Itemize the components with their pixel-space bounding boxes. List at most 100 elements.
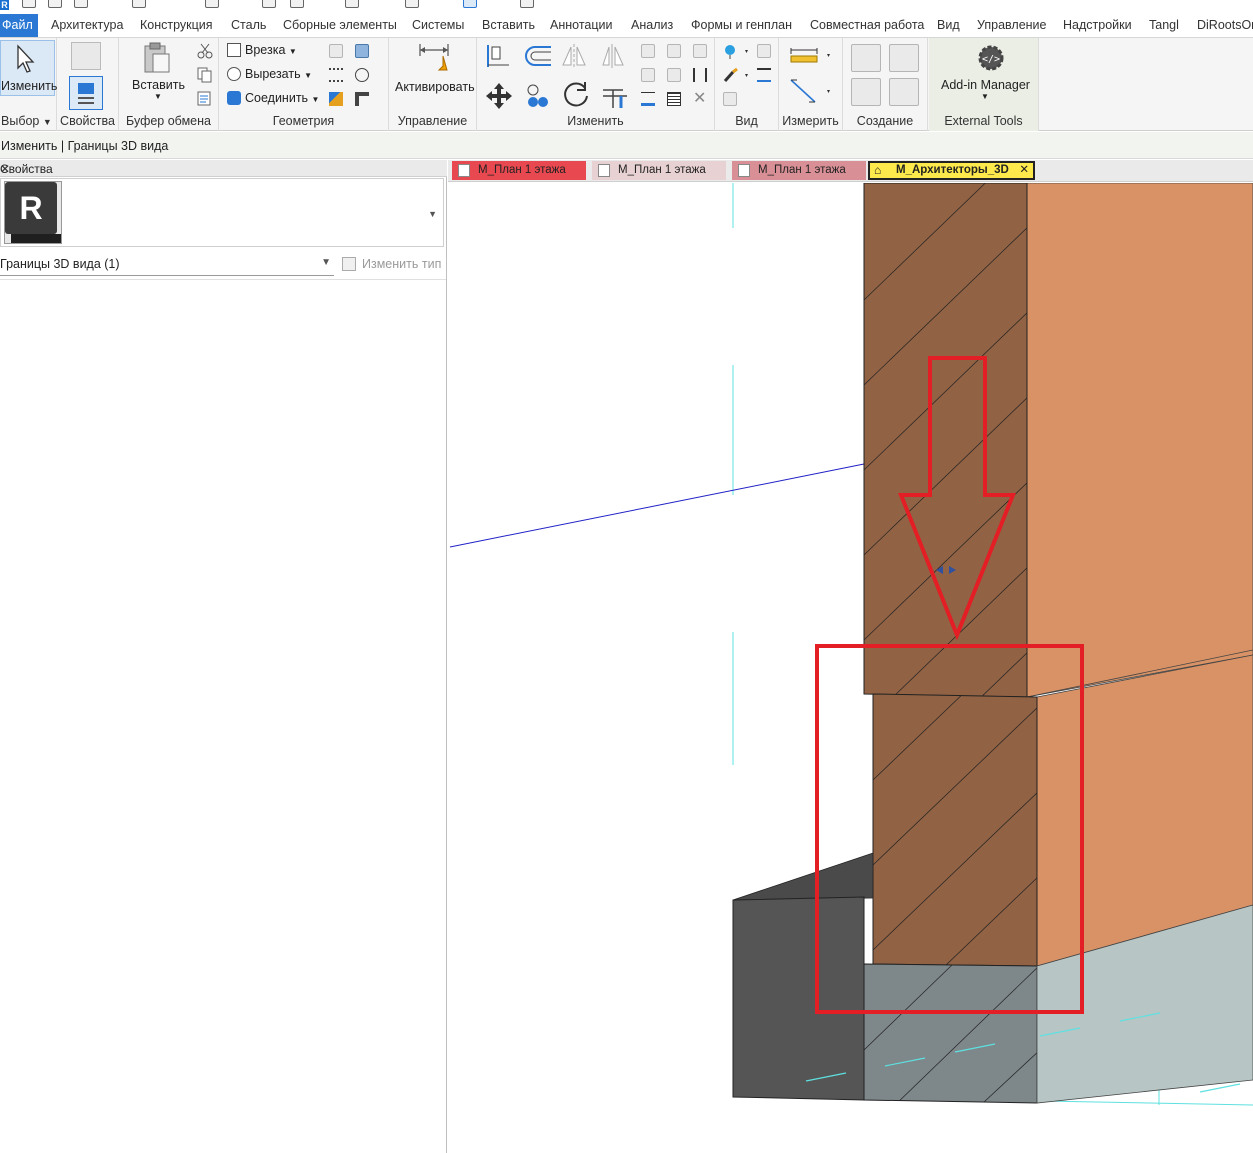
modify-button[interactable]: Изменить xyxy=(0,40,58,96)
tag-qat-icon[interactable] xyxy=(345,0,359,8)
tab-floor-plan-3[interactable]: М_План 1 этажа xyxy=(732,161,866,180)
tab-manage[interactable]: Управление xyxy=(977,18,1047,32)
wall-lower-section xyxy=(872,693,1038,967)
edit-type-button[interactable]: Изменить тип xyxy=(340,254,444,276)
type-properties-icon[interactable] xyxy=(71,42,101,70)
sync-icon[interactable] xyxy=(74,0,88,8)
create-parts-icon[interactable] xyxy=(889,44,919,72)
override-graphics-icon[interactable] xyxy=(723,43,751,61)
trim-single-icon[interactable] xyxy=(641,92,655,106)
tab-architecture[interactable]: Архитектура xyxy=(51,18,123,32)
tab-massing-site[interactable]: Формы и генплан xyxy=(691,18,792,32)
join-geometry-button[interactable]: Соединить ▼ xyxy=(227,91,319,105)
trim-extend-icon[interactable] xyxy=(601,82,629,110)
unpin-icon[interactable] xyxy=(693,68,707,82)
delete-icon[interactable]: ✕ xyxy=(693,91,707,107)
panel-modify: ✕ Изменить xyxy=(477,38,715,131)
dimension-qat-icon[interactable] xyxy=(290,0,304,8)
split-face-icon[interactable] xyxy=(329,68,343,82)
dropdown-arrow-icon: ▼ xyxy=(42,117,52,127)
panel-create-title: Создание xyxy=(856,114,914,128)
create-similar-icon[interactable] xyxy=(889,78,919,106)
view-3d-canvas[interactable] xyxy=(448,183,1253,1153)
create-assembly-icon[interactable] xyxy=(851,44,881,72)
modify-label: Изменить xyxy=(1,79,58,93)
copy-icon[interactable] xyxy=(197,67,213,83)
rotate-icon[interactable] xyxy=(561,80,591,110)
instance-filter-dropdown[interactable]: Границы 3D вида (1) ▼ xyxy=(0,254,334,276)
scale-icon[interactable] xyxy=(667,68,681,82)
move-icon[interactable] xyxy=(485,82,513,110)
chevron-down-icon: ▼ xyxy=(981,92,989,101)
tab-structure[interactable]: Конструкция xyxy=(140,18,213,32)
tab-analyze[interactable]: Анализ xyxy=(631,18,673,32)
tab-floor-plan-1[interactable]: М_План 1 этажа xyxy=(452,161,586,180)
tab-tangl[interactable]: Tangl xyxy=(1149,18,1179,32)
create-group-icon[interactable] xyxy=(851,78,881,106)
quick-access-toolbar: R xyxy=(0,0,1253,14)
panel-clipboard-title: Буфер обмена xyxy=(126,114,211,128)
tab-insert[interactable]: Вставить xyxy=(482,18,535,32)
split-gap-icon[interactable] xyxy=(667,44,681,58)
measure-qat-icon[interactable] xyxy=(262,0,276,8)
undo-icon[interactable] xyxy=(132,0,146,8)
mirror-draw-axis-icon[interactable] xyxy=(601,43,627,69)
add-in-manager-button[interactable]: </> Add-in Manager ▼ xyxy=(937,42,1033,102)
demolish-icon[interactable] xyxy=(355,68,369,82)
tab-view[interactable]: Вид xyxy=(937,18,960,32)
instance-filter-label: Границы 3D вида (1) xyxy=(0,257,120,271)
revit-logo-icon[interactable]: R xyxy=(0,0,9,10)
match-properties-icon[interactable] xyxy=(197,91,213,107)
split-element-icon[interactable] xyxy=(641,44,655,58)
tab-annotate[interactable]: Аннотации xyxy=(550,18,612,32)
tab-collaborate[interactable]: Совместная работа xyxy=(810,18,924,32)
chevron-down-icon[interactable]: ▼ xyxy=(428,209,437,219)
print-icon[interactable] xyxy=(205,0,219,8)
linework-icon[interactable] xyxy=(757,44,771,58)
save-icon[interactable] xyxy=(48,0,62,8)
offset-icon[interactable] xyxy=(521,43,553,69)
array-icon[interactable] xyxy=(641,68,655,82)
trim-multiple-icon[interactable] xyxy=(667,92,681,106)
panel-clipboard: Вставить ▼ Буфер обмена xyxy=(119,38,219,131)
close-icon[interactable]: ✕ xyxy=(0,162,444,176)
tab-precast[interactable]: Сборные элементы xyxy=(283,18,397,32)
paint-icon[interactable] xyxy=(329,92,343,106)
align-icon[interactable] xyxy=(485,43,511,69)
hammer-icon[interactable] xyxy=(355,92,369,106)
cope-button[interactable]: Врезка ▼ xyxy=(227,43,297,57)
activate-label: Активировать xyxy=(395,80,475,94)
paste-button[interactable]: Вставить ▼ xyxy=(129,42,185,102)
tab-addins[interactable]: Надстройки xyxy=(1063,18,1132,32)
tab-3d-view[interactable]: ⌂ М_Архитекторы_3D ✕ xyxy=(868,161,1035,180)
mirror-axis-icon[interactable] xyxy=(561,43,587,69)
isolate-icon[interactable] xyxy=(723,92,737,106)
switch-windows-qat-icon[interactable] xyxy=(520,0,534,8)
join-geometry-label: Соединить xyxy=(245,91,309,105)
cut-geometry-button[interactable]: Вырезать ▼ xyxy=(227,67,312,81)
scissors-icon[interactable] xyxy=(197,43,213,59)
tab-floor-plan-2[interactable]: М_План 1 этажа xyxy=(592,161,726,180)
open-icon[interactable] xyxy=(22,0,36,8)
panel-select-title[interactable]: Выбор ▼ xyxy=(1,114,56,128)
close-icon[interactable]: ✕ xyxy=(1019,163,1029,178)
aligned-dimension-icon[interactable] xyxy=(789,76,835,106)
tab-diroots[interactable]: DiRootsOne xyxy=(1197,18,1253,32)
properties-icon[interactable] xyxy=(69,76,103,110)
tab-systems[interactable]: Системы xyxy=(412,18,464,32)
view-3d-qat-icon[interactable] xyxy=(405,0,419,8)
copy-element-icon[interactable] xyxy=(523,82,551,110)
tab-steel[interactable]: Сталь xyxy=(231,18,266,32)
chevron-down-icon: ▼ xyxy=(304,71,313,80)
thin-lines-qat-icon[interactable] xyxy=(463,0,477,8)
wall-joins-icon[interactable] xyxy=(355,44,369,58)
tab-file[interactable]: Файл xyxy=(0,14,38,37)
paint-brush-icon[interactable] xyxy=(723,67,751,85)
panel-properties: Свойства xyxy=(57,38,119,131)
uncope-icon[interactable] xyxy=(329,44,343,58)
measure-distance-icon[interactable] xyxy=(789,46,835,66)
hide-category-icon[interactable] xyxy=(757,68,771,82)
type-selector[interactable]: R ▼ xyxy=(0,178,444,247)
activate-button[interactable]: Активировать xyxy=(395,42,475,100)
pin-icon[interactable] xyxy=(693,44,707,58)
